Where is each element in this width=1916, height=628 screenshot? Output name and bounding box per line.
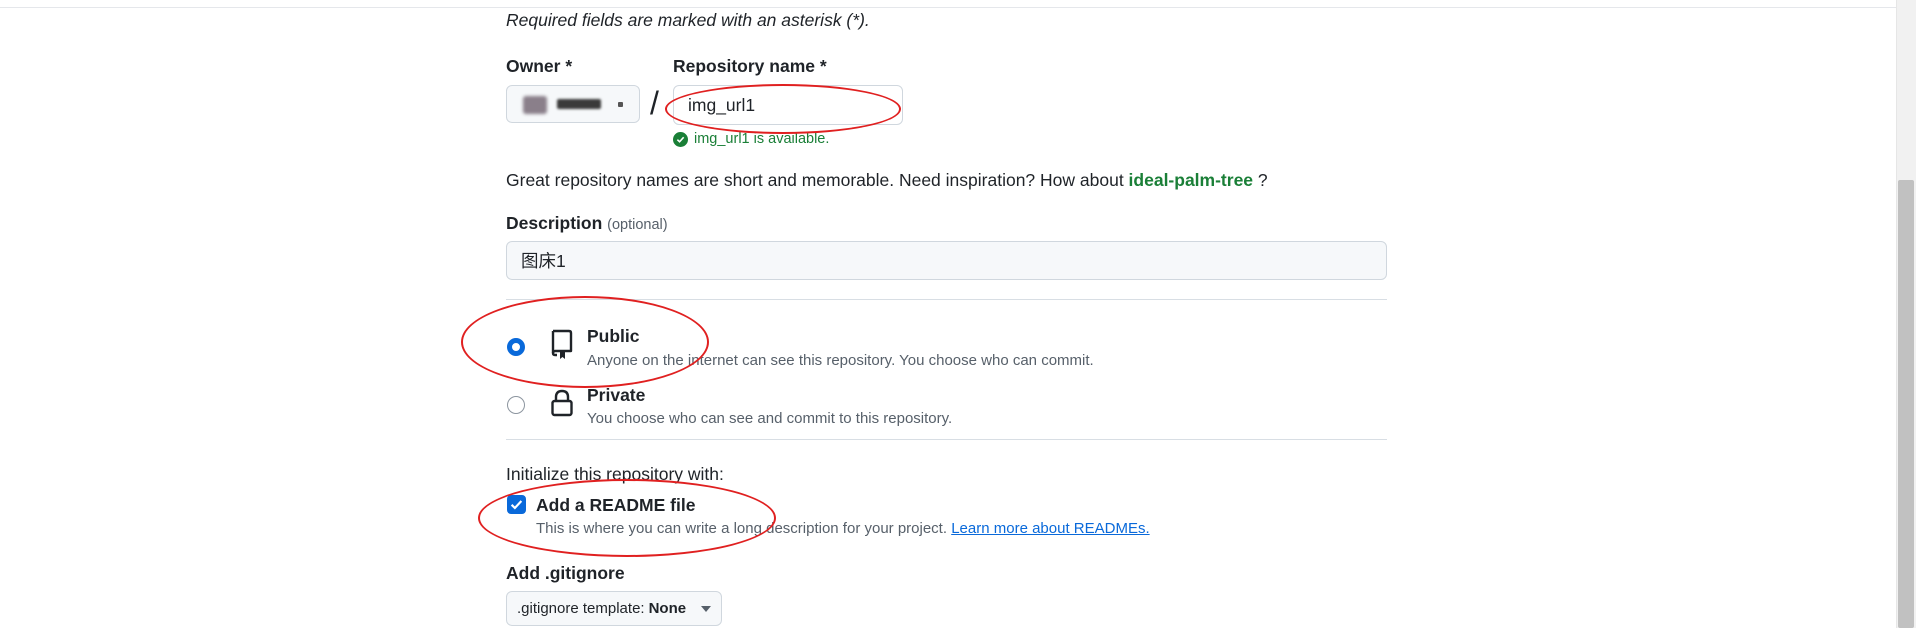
public-option-title: Public bbox=[587, 326, 640, 346]
lock-icon bbox=[549, 388, 575, 423]
description-label-text: Description bbox=[506, 213, 603, 233]
caret-down-icon bbox=[701, 605, 711, 612]
availability-text: img_url1 is available. bbox=[694, 131, 830, 147]
readme-description-text: This is where you can write a long descr… bbox=[536, 520, 952, 537]
availability-message: img_url1 is available. bbox=[673, 131, 829, 147]
private-radio[interactable] bbox=[507, 396, 525, 414]
hint-text: Great repository names are short and mem… bbox=[506, 170, 1129, 190]
check-circle-icon bbox=[673, 131, 688, 147]
gitignore-select-value: None bbox=[648, 600, 687, 617]
public-radio[interactable] bbox=[507, 338, 525, 356]
private-option-title: Private bbox=[587, 385, 646, 405]
description-label: Description (optional) bbox=[506, 213, 668, 234]
private-option-description: You choose who can see and commit to thi… bbox=[587, 410, 953, 427]
divider bbox=[506, 439, 1387, 440]
gitignore-heading: Add .gitignore bbox=[506, 563, 625, 583]
gitignore-template-select[interactable]: .gitignore template: None bbox=[506, 591, 722, 626]
readme-label[interactable]: Add a README file bbox=[536, 495, 695, 516]
learn-more-readmes-link[interactable]: Learn more about READMEs. bbox=[951, 520, 1149, 537]
public-option-description: Anyone on the internet can see this repo… bbox=[587, 352, 1094, 369]
required-fields-note: Required fields are marked with an aster… bbox=[506, 10, 870, 30]
initialize-heading: Initialize this repository with: bbox=[506, 464, 724, 484]
description-input[interactable] bbox=[506, 241, 1387, 280]
owner-repo-separator: / bbox=[650, 85, 659, 121]
repo-icon bbox=[549, 328, 575, 365]
owner-avatar bbox=[523, 96, 547, 114]
annotation-ellipse-public bbox=[461, 296, 709, 388]
owner-select[interactable] bbox=[506, 85, 640, 123]
readme-description: This is where you can write a long descr… bbox=[536, 520, 1150, 537]
suggested-name-link[interactable]: ideal-palm-tree bbox=[1129, 170, 1253, 190]
checkmark-icon bbox=[510, 500, 523, 510]
gitignore-select-prefix: .gitignore template: bbox=[517, 600, 645, 617]
hint-suffix: ? bbox=[1253, 170, 1268, 190]
readme-checkbox[interactable] bbox=[507, 495, 526, 514]
vertical-scrollbar[interactable] bbox=[1896, 0, 1916, 628]
chevron-down-icon bbox=[618, 102, 623, 107]
optional-tag: (optional) bbox=[607, 217, 668, 233]
top-divider bbox=[0, 7, 1896, 8]
repository-name-label: Repository name * bbox=[673, 56, 827, 76]
repository-name-input[interactable] bbox=[673, 85, 903, 125]
owner-name-redacted bbox=[557, 99, 601, 109]
name-suggestion-hint: Great repository names are short and mem… bbox=[506, 170, 1268, 191]
annotation-ellipse-readme bbox=[478, 479, 776, 557]
scrollbar-thumb[interactable] bbox=[1898, 180, 1914, 628]
owner-label: Owner * bbox=[506, 56, 573, 76]
divider bbox=[506, 299, 1387, 300]
